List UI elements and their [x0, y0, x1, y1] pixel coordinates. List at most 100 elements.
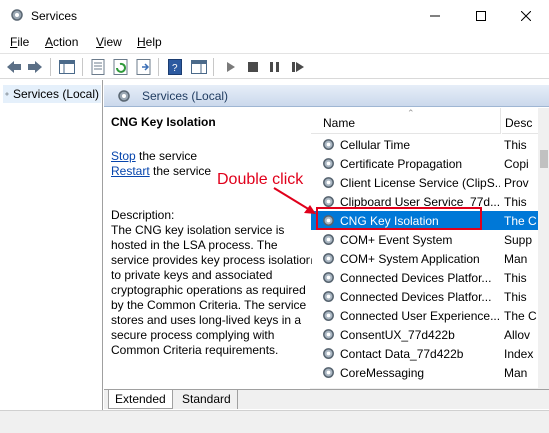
console-tree-icon: [59, 60, 75, 74]
properties-button[interactable]: [89, 58, 107, 76]
menu-help[interactable]: Help: [137, 35, 162, 49]
service-name-cell: Certificate Propagation: [340, 157, 463, 171]
play-icon: [227, 62, 235, 72]
service-row[interactable]: CoreMessaging Man: [311, 363, 538, 382]
pause-service-button[interactable]: [266, 58, 284, 76]
service-name-cell: Connected User Experience...: [340, 309, 500, 323]
title-bar: Services: [0, 0, 549, 32]
column-header-description[interactable]: Desc: [502, 108, 538, 134]
stop-service-link[interactable]: Stop: [111, 149, 136, 163]
service-row[interactable]: Certificate Propagation Copi: [311, 154, 538, 173]
service-row[interactable]: Connected Devices Platfor... This: [311, 268, 538, 287]
export-list-button[interactable]: [135, 58, 153, 76]
forward-arrow-icon: [28, 61, 42, 73]
console-tree: Services (Local): [0, 80, 103, 410]
service-description-cell: Copi: [504, 157, 529, 171]
service-row[interactable]: Client License Service (ClipS... Prov: [311, 173, 538, 192]
tree-item-services-local[interactable]: Services (Local): [3, 85, 101, 103]
refresh-button[interactable]: [112, 58, 130, 76]
restart-service-link[interactable]: Restart: [111, 164, 150, 178]
menu-file[interactable]: File: [10, 35, 29, 49]
service-row[interactable]: ConsentUX_77d422b Allov: [311, 325, 538, 344]
minimize-button[interactable]: [412, 0, 458, 32]
service-row[interactable]: Cellular Time This: [311, 135, 538, 154]
action-pane-button[interactable]: [190, 58, 208, 76]
service-row[interactable]: Connected User Experience... The C: [311, 306, 538, 325]
service-gear-icon: [321, 365, 336, 383]
service-gear-icon: [321, 270, 336, 288]
service-description-cell: Supp: [504, 233, 533, 247]
back-arrow-icon: [7, 61, 21, 73]
service-gear-icon: [321, 327, 336, 345]
status-bar: [0, 410, 549, 433]
service-name-cell: Cellular Time: [340, 138, 411, 152]
service-row[interactable]: Connected Devices Platfor... This: [311, 287, 538, 306]
service-description-cell: This: [504, 290, 527, 304]
properties-sheet-icon: [91, 59, 105, 75]
description-label: Description:: [111, 208, 175, 222]
back-button[interactable]: [5, 58, 23, 76]
selected-service-name: CNG Key Isolation: [111, 115, 216, 129]
pane-header: Services (Local): [104, 85, 549, 107]
services-list: ⌃ Name Desc Cellular Time This Certificate…: [310, 108, 549, 388]
service-description-cell: Index: [504, 347, 534, 361]
service-description-cell: Man: [504, 252, 528, 266]
column-header-name[interactable]: ⌃ Name: [311, 108, 501, 134]
column-name-label: Name: [323, 116, 356, 130]
service-gear-icon: [321, 156, 336, 174]
export-list-icon: [136, 59, 151, 75]
service-description-cell: Man: [504, 366, 528, 380]
service-description-cell: Allov: [504, 328, 531, 342]
menu-action[interactable]: Action: [45, 35, 78, 49]
service-gear-icon: [321, 137, 336, 155]
vertical-scrollbar[interactable]: [538, 108, 549, 388]
service-gear-icon: [321, 308, 336, 326]
service-name-cell: Client License Service (ClipS...: [340, 176, 500, 190]
menu-bar: File Action View Help: [0, 32, 549, 52]
window-title: Services: [31, 9, 78, 23]
service-description-cell: The C: [504, 214, 537, 228]
description-text: The CNG key isolation service is hosted …: [111, 223, 313, 357]
toolbar: ?: [0, 53, 549, 79]
service-row[interactable]: COM+ System Application Man: [311, 249, 538, 268]
service-description-cell: The C: [504, 309, 537, 323]
view-tabs: Extended Standard: [104, 389, 549, 409]
help-button[interactable]: ?: [166, 58, 184, 76]
show-hide-tree-button[interactable]: [58, 58, 76, 76]
service-row[interactable]: COM+ Event System Supp: [311, 230, 538, 249]
maximize-button[interactable]: [458, 0, 504, 32]
stop-suffix: the service: [135, 149, 198, 163]
service-description-cell: This: [504, 271, 527, 285]
restart-action-line: Restart the service: [111, 164, 211, 178]
service-gear-icon: [321, 346, 336, 364]
stop-action-line: Stop the service: [111, 149, 197, 163]
pane-header-title: Services (Local): [142, 89, 229, 103]
service-gear-icon: [321, 175, 336, 193]
close-icon: [521, 11, 531, 21]
svg-text:?: ?: [172, 63, 178, 74]
service-row[interactable]: Contact Data_77d422b Index: [311, 344, 538, 363]
restart-icon: [292, 62, 304, 72]
service-name-cell: Connected Devices Platfor...: [340, 271, 492, 285]
restart-suffix: the service: [149, 164, 212, 178]
close-button[interactable]: [503, 0, 549, 32]
service-name-cell: ConsentUX_77d422b: [340, 328, 455, 342]
service-name-cell: COM+ System Application: [340, 252, 480, 266]
annotation-arrow-icon: [273, 187, 316, 214]
forward-button[interactable]: [26, 58, 44, 76]
service-name-cell: CoreMessaging: [340, 366, 425, 380]
selected-row-highlight: [316, 207, 482, 230]
vertical-scroll-thumb[interactable]: [540, 150, 548, 168]
restart-service-button[interactable]: [289, 58, 307, 76]
tab-extended[interactable]: Extended: [108, 390, 173, 409]
tab-standard[interactable]: Standard: [176, 390, 238, 409]
services-pane: Services (Local) CNG Key Isolation Stop …: [104, 80, 549, 410]
maximize-icon: [476, 11, 486, 21]
start-service-button[interactable]: [222, 58, 240, 76]
sort-ascending-icon: ⌃: [407, 108, 415, 118]
service-gear-icon: [321, 251, 336, 269]
service-description-cell: This: [504, 195, 527, 209]
stop-service-button[interactable]: [244, 58, 262, 76]
menu-view[interactable]: View: [96, 35, 122, 49]
service-description-cell: This: [504, 138, 527, 152]
